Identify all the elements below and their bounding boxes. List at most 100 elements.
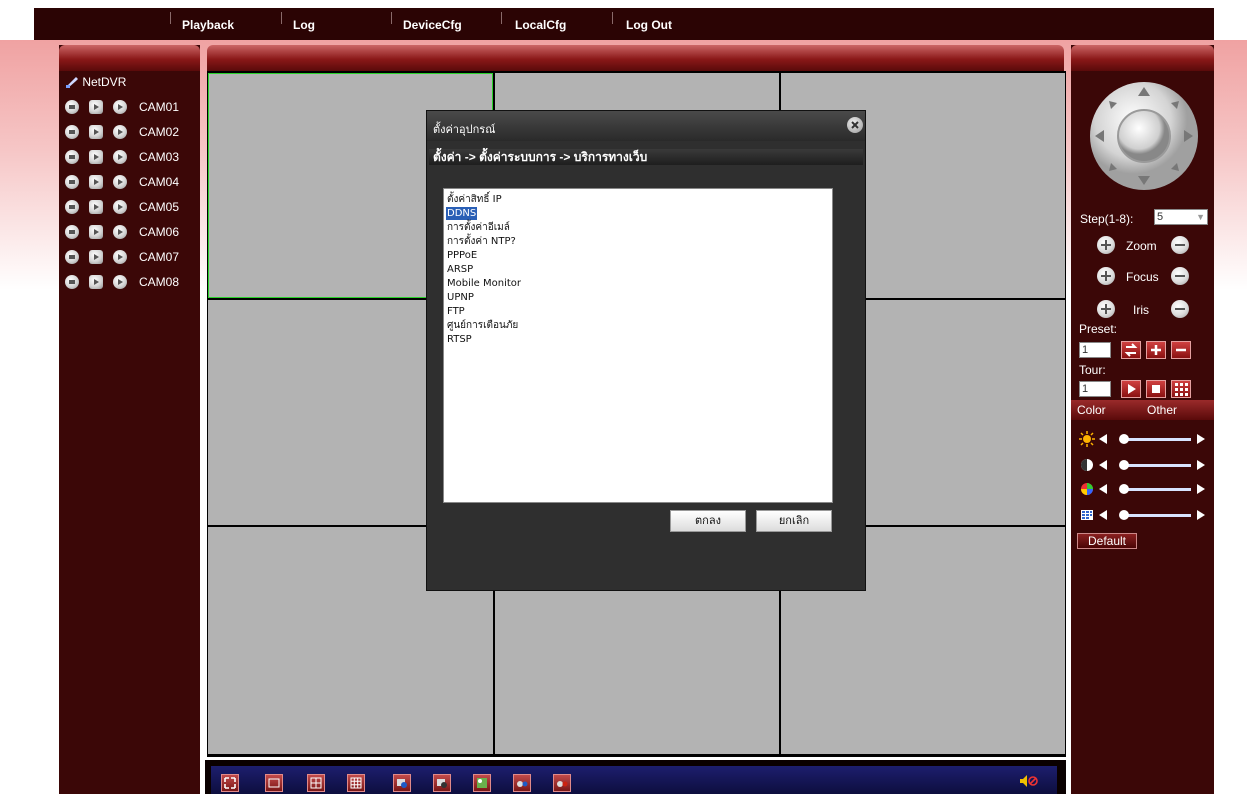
decrease-arrow[interactable] — [1099, 460, 1107, 470]
play-icon[interactable] — [89, 150, 103, 164]
open-all-icon[interactable] — [513, 774, 531, 792]
playback-icon[interactable] — [113, 250, 127, 264]
slider-track[interactable] — [1123, 438, 1191, 441]
preset-input[interactable]: 1 — [1079, 342, 1111, 358]
play-icon[interactable] — [89, 175, 103, 189]
focus-out-button[interactable] — [1171, 267, 1189, 285]
playback-icon[interactable] — [113, 100, 127, 114]
slider-track[interactable] — [1123, 464, 1191, 467]
decrease-arrow[interactable] — [1099, 434, 1107, 444]
list-item[interactable]: ตั้งค่าสิทธิ์ IP — [446, 193, 503, 206]
list-item[interactable]: ARSP — [446, 263, 474, 276]
tour-label: Tour: — [1079, 363, 1106, 377]
preset-goto-button[interactable] — [1121, 341, 1141, 359]
ok-button[interactable]: ตกลง — [670, 510, 746, 532]
camera-label: CAM04 — [139, 175, 180, 189]
plus-icon — [1151, 345, 1161, 355]
list-item[interactable]: RTSP — [446, 333, 473, 346]
decrease-arrow[interactable] — [1099, 484, 1107, 494]
list-item[interactable]: Mobile Monitor — [446, 277, 522, 290]
nav-logout[interactable]: Log Out — [626, 8, 672, 40]
default-button[interactable]: Default — [1077, 533, 1137, 549]
brightness-slider[interactable] — [1079, 431, 1209, 447]
slider-knob[interactable] — [1119, 510, 1129, 520]
nav-localcfg[interactable]: LocalCfg — [515, 8, 566, 40]
preset-add-button[interactable] — [1146, 341, 1166, 359]
list-item[interactable]: PPPoE — [446, 249, 478, 262]
nav-log[interactable]: Log — [293, 8, 315, 40]
list-item[interactable]: DDNS — [446, 207, 478, 220]
play-icon[interactable] — [89, 200, 103, 214]
tab-color[interactable]: Color — [1077, 403, 1106, 417]
tour-input[interactable]: 1 — [1079, 381, 1111, 397]
ptz-direction-wheel[interactable] — [1089, 81, 1199, 191]
iris-close-button[interactable] — [1171, 300, 1189, 318]
tour-grid-button[interactable] — [1171, 380, 1191, 398]
tree-root[interactable]: NetDVR — [65, 75, 126, 89]
close-icon[interactable] — [847, 117, 863, 133]
snapshot-icon[interactable] — [473, 774, 491, 792]
increase-arrow[interactable] — [1197, 460, 1205, 470]
record-icon[interactable] — [393, 774, 411, 792]
stop-icon[interactable] — [65, 200, 79, 214]
play-icon[interactable] — [89, 250, 103, 264]
playback-icon[interactable] — [113, 200, 127, 214]
playback-icon[interactable] — [113, 225, 127, 239]
tab-other[interactable]: Other — [1147, 403, 1177, 417]
play-icon[interactable] — [89, 125, 103, 139]
slider-knob[interactable] — [1119, 434, 1129, 444]
nav-devicecfg[interactable]: DeviceCfg — [403, 8, 462, 40]
increase-arrow[interactable] — [1197, 484, 1205, 494]
playback-icon[interactable] — [113, 175, 127, 189]
hue-slider[interactable] — [1079, 507, 1209, 523]
increase-arrow[interactable] — [1197, 510, 1205, 520]
list-item[interactable]: ศูนย์การเตือนภัย — [446, 319, 519, 332]
slider-track[interactable] — [1123, 514, 1191, 517]
preset-delete-button[interactable] — [1171, 341, 1191, 359]
iris-open-button[interactable] — [1097, 300, 1115, 318]
playback-icon[interactable] — [113, 150, 127, 164]
playback-window-icon[interactable] — [433, 774, 451, 792]
cancel-button[interactable]: ยกเลิก — [756, 510, 832, 532]
saturation-slider[interactable] — [1079, 481, 1209, 497]
stop-icon[interactable] — [65, 275, 79, 289]
play-icon[interactable] — [89, 275, 103, 289]
fullscreen-icon[interactable] — [221, 774, 239, 792]
stop-icon[interactable] — [65, 175, 79, 189]
list-item[interactable]: FTP — [446, 305, 466, 318]
tour-start-button[interactable] — [1121, 380, 1141, 398]
single-view-icon[interactable] — [265, 774, 283, 792]
nav-playback[interactable]: Playback — [182, 8, 234, 40]
mute-icon[interactable] — [1019, 774, 1039, 791]
stop-icon[interactable] — [65, 250, 79, 264]
tour-stop-button[interactable] — [1146, 380, 1166, 398]
zoom-out-button[interactable] — [1171, 236, 1189, 254]
stop-icon[interactable] — [65, 150, 79, 164]
quad-view-icon[interactable] — [307, 774, 325, 792]
increase-arrow[interactable] — [1197, 434, 1205, 444]
stop-icon[interactable] — [65, 225, 79, 239]
stop-icon[interactable] — [65, 125, 79, 139]
close-all-icon[interactable] — [553, 774, 571, 792]
list-item[interactable]: การตั้งค่าอีเมล์ — [446, 221, 511, 234]
decrease-arrow[interactable] — [1099, 510, 1107, 520]
color-tab-bar: Color Other — [1071, 400, 1214, 420]
focus-in-button[interactable] — [1097, 267, 1115, 285]
stop-icon[interactable] — [65, 100, 79, 114]
playback-icon[interactable] — [113, 125, 127, 139]
list-item[interactable]: การตั้งค่า NTP? — [446, 235, 517, 248]
dialog-titlebar[interactable]: ตั้งค่าอุปกรณ์ — [427, 111, 865, 141]
list-item[interactable]: UPNP — [446, 291, 475, 304]
play-icon[interactable] — [89, 100, 103, 114]
zoom-in-button[interactable] — [1097, 236, 1115, 254]
nine-view-icon[interactable] — [347, 774, 365, 792]
settings-listbox[interactable]: ตั้งค่าสิทธิ์ IP DDNS การตั้งค่าอีเมล์ การต… — [443, 188, 833, 503]
slider-knob[interactable] — [1119, 484, 1129, 494]
contrast-slider[interactable] — [1079, 457, 1209, 473]
play-icon[interactable] — [89, 225, 103, 239]
slider-knob[interactable] — [1119, 460, 1129, 470]
step-select[interactable]: 5 ▼ — [1154, 209, 1208, 225]
playback-icon[interactable] — [113, 275, 127, 289]
slider-track[interactable] — [1123, 488, 1191, 491]
saturation-icon — [1081, 483, 1093, 495]
